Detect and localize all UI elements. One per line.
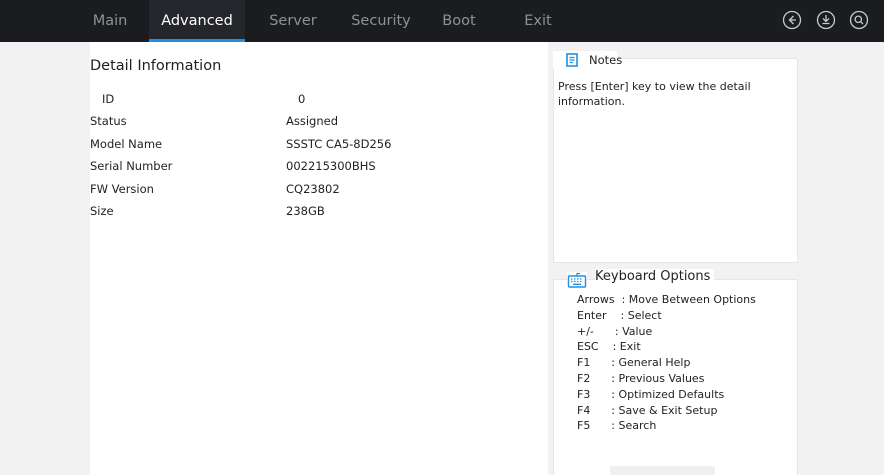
- row-value: 002215300BHS: [286, 159, 376, 173]
- detail-row-id: ID 0: [102, 88, 522, 110]
- tab-server[interactable]: Server: [255, 0, 331, 42]
- key-hint-f4: F4 : Save & Exit Setup: [577, 403, 718, 417]
- row-label: FW Version: [90, 182, 154, 196]
- detail-row-fw: FW Version CQ23802: [90, 178, 510, 200]
- key-hint-f5: F5 : Search: [577, 419, 657, 433]
- search-icon[interactable]: [849, 10, 869, 30]
- key-hint-f1: F1 : General Help: [577, 356, 691, 370]
- row-label: Size: [90, 204, 114, 218]
- row-value: CQ23802: [286, 182, 340, 196]
- key-hint-f3: F3 : Optimized Defaults: [577, 387, 725, 401]
- tab-boot[interactable]: Boot: [430, 0, 488, 42]
- row-label: Model Name: [90, 137, 163, 151]
- key-hint-arrows: Arrows : Move Between Options: [577, 293, 756, 306]
- tab-security[interactable]: Security: [338, 0, 424, 42]
- row-label: Serial Number: [90, 159, 173, 173]
- key-hint-f2: F2 : Previous Values: [577, 371, 705, 385]
- keyboard-options-title: Keyboard Options: [595, 269, 715, 284]
- detail-row-model: Model Name SSSTC CA5-8D256: [90, 133, 510, 155]
- row-value: Assigned: [286, 114, 339, 128]
- notes-text: Press [Enter] key to view the detail inf…: [558, 80, 751, 108]
- detail-panel: Detail Information ID 0 Status Assigned …: [90, 42, 548, 475]
- section-title: Detail Information: [90, 58, 222, 74]
- row-label: ID: [102, 92, 115, 106]
- key-hint-esc: ESC : Exit: [577, 340, 641, 354]
- row-value: 0: [298, 92, 306, 106]
- notes-title: Notes: [589, 53, 623, 67]
- tab-exit[interactable]: Exit: [512, 0, 564, 42]
- key-hint-value: +/- : Value: [577, 324, 653, 338]
- detail-row-status: Status Assigned: [90, 110, 510, 132]
- keyboard-icon: [567, 272, 587, 288]
- tab-main[interactable]: Main: [78, 0, 142, 42]
- detail-row-serial: Serial Number 002215300BHS: [90, 155, 510, 177]
- row-label: Status: [90, 114, 127, 128]
- tab-advanced[interactable]: Advanced: [149, 0, 245, 42]
- detail-row-size: Size 238GB: [90, 200, 510, 222]
- notes-header: Notes: [553, 51, 622, 69]
- download-icon[interactable]: [816, 10, 836, 30]
- top-menu-bar: Main Advanced Server Security Boot Exit: [0, 0, 884, 42]
- back-icon[interactable]: [782, 10, 802, 30]
- scrollbar[interactable]: [610, 466, 715, 475]
- notes-icon: [566, 53, 578, 67]
- key-hint-enter: Enter : Select: [577, 308, 662, 322]
- row-value: 238GB: [286, 204, 325, 218]
- keyboard-options-list: Arrows : Move Between Options Enter : Se…: [577, 292, 756, 434]
- row-value: SSSTC CA5-8D256: [286, 137, 392, 151]
